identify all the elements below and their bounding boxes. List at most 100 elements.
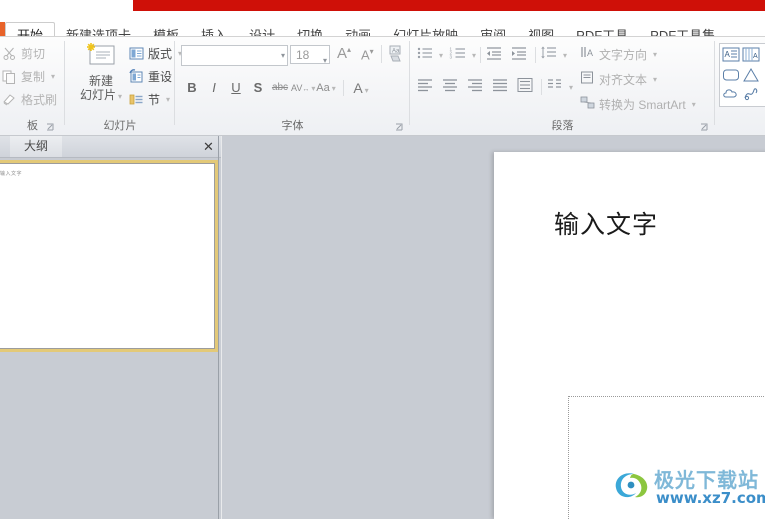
divider: [535, 47, 537, 63]
ribbon-tab-strip: 开始新建选项卡模板插入设计切换动画幻灯片放映审阅视图PDF工具PDF工具集: [0, 11, 765, 48]
chevron-down-icon[interactable]: ▾: [439, 51, 443, 60]
strikethrough-button[interactable]: abc: [269, 77, 291, 99]
divider: [381, 45, 382, 63]
chevron-down-icon[interactable]: ▾: [323, 51, 327, 70]
text-shadow-button[interactable]: S: [247, 77, 269, 99]
triangle-shape[interactable]: [742, 66, 761, 84]
close-icon: ✕: [203, 139, 214, 154]
rounded-rect-shape[interactable]: [722, 66, 741, 84]
copy-icon: [2, 69, 17, 84]
ribbon-group-paragraph: ▾ 1 2 3 ▾ ▾ ▾ A 文字方向 ▾ 对齐文本 ▾ 转换为 SmartA…: [410, 37, 715, 135]
new-slide-label-line1: 新建: [88, 74, 113, 88]
slide-thumbnail-inner: 输入文字: [0, 163, 215, 349]
text-box-shape[interactable]: A: [722, 46, 741, 64]
align-text-button[interactable]: 对齐文本 ▾: [580, 70, 657, 88]
chevron-down-icon[interactable]: ▾: [569, 83, 573, 92]
align-text-icon: [580, 70, 595, 88]
close-panel-button[interactable]: ✕: [201, 139, 216, 154]
reset-button[interactable]: 重设: [129, 66, 172, 86]
format-painter-button[interactable]: 格式刷: [2, 89, 57, 109]
table-chart-shape[interactable]: A: [742, 46, 761, 64]
panel-divider[interactable]: [218, 136, 219, 519]
section-button[interactable]: 节 ▾: [129, 89, 170, 109]
change-case-button[interactable]: Aa ▾: [313, 77, 339, 99]
section-icon: [129, 92, 144, 107]
chevron-down-icon[interactable]: ▾: [365, 86, 369, 95]
align-text-label: 对齐文本: [599, 72, 648, 87]
shrink-font-button[interactable]: A▾: [361, 47, 374, 62]
section-label: 节: [148, 92, 161, 107]
convert-smartart-button[interactable]: 转换为 SmartArt ▾: [580, 95, 696, 113]
slide-thumbnail-text: 输入文字: [0, 171, 23, 177]
clear-format-icon: Aa: [389, 45, 401, 62]
font-color-button[interactable]: A ▾: [348, 77, 374, 99]
chevron-down-icon[interactable]: ▾: [332, 84, 336, 93]
distribute-button[interactable]: [516, 77, 537, 97]
ribbon-group-drawing: A A: [715, 37, 765, 135]
chevron-down-icon[interactable]: ▾: [166, 95, 170, 104]
panel-tab-bar: 大纲 ✕: [0, 136, 222, 158]
bold-button[interactable]: B: [181, 77, 203, 99]
ribbon-group-slides: 新建 幻灯片▾ 版式 ▾: [65, 37, 182, 135]
title-bar-red-strip: [133, 0, 765, 11]
increase-indent-button[interactable]: [510, 45, 531, 65]
chevron-down-icon[interactable]: ▾: [472, 51, 476, 60]
cloud-shape[interactable]: [722, 85, 741, 103]
font-name-combobox[interactable]: ▾: [181, 45, 288, 66]
bullet-list-button[interactable]: [416, 45, 437, 65]
paragraph-group-label: 段落: [551, 120, 574, 132]
chevron-down-icon[interactable]: ▾: [563, 51, 567, 60]
columns-button[interactable]: [546, 77, 567, 97]
watermark: 极光下载站 www.xz7.com: [610, 464, 765, 512]
ribbon-group-font: ▾ 18 ▾ A▴ A▾ Aa B I U S abc AV↔ ▾ Aa ▾ A…: [175, 37, 410, 135]
shrink-font-label: A: [361, 47, 370, 63]
slide-title-text[interactable]: 输入文字: [554, 205, 658, 241]
paragraph-row-2: ▾: [416, 77, 573, 97]
scissors-icon: [2, 46, 17, 61]
powerpoint-window: 开始新建选项卡模板插入设计切换动画幻灯片放映审阅视图PDF工具PDF工具集 剪切: [0, 0, 765, 519]
underline-button[interactable]: U: [225, 77, 247, 99]
chevron-down-icon[interactable]: ▾: [118, 92, 122, 101]
align-left-button[interactable]: [416, 77, 437, 97]
numbered-list-button[interactable]: 1 2 3: [449, 45, 470, 65]
justify-button[interactable]: [491, 77, 512, 97]
divider: [541, 79, 542, 95]
font-dialog-launcher[interactable]: [395, 123, 404, 132]
chevron-down-icon[interactable]: ▾: [51, 72, 55, 81]
copy-button[interactable]: 复制 ▾: [2, 66, 55, 86]
tab-outline-label: 大纲: [23, 139, 48, 153]
text-direction-button[interactable]: A 文字方向 ▾: [580, 45, 657, 63]
line-spacing-button[interactable]: [540, 45, 561, 65]
slide-thumbnail[interactable]: 输入文字: [0, 160, 218, 352]
chevron-down-icon[interactable]: ▾: [653, 50, 657, 59]
svg-text:A: A: [725, 50, 731, 59]
chevron-down-icon[interactable]: ▾: [692, 100, 696, 109]
clear-formatting-button[interactable]: Aa: [388, 45, 406, 66]
align-right-button[interactable]: [466, 77, 487, 97]
character-spacing-button[interactable]: AV↔ ▾: [291, 77, 315, 99]
svg-text:3: 3: [450, 55, 453, 60]
new-slide-icon: [84, 42, 118, 72]
chevron-down-icon[interactable]: ▾: [281, 51, 285, 60]
paragraph-dialog-launcher[interactable]: [700, 123, 709, 132]
align-center-button[interactable]: [441, 77, 462, 97]
clipboard-dialog-launcher[interactable]: [46, 123, 55, 132]
cut-label: 剪切: [21, 46, 46, 61]
tab-outline[interactable]: 大纲: [10, 136, 62, 157]
font-size-combobox[interactable]: 18 ▾: [290, 45, 330, 65]
layout-icon: [129, 46, 144, 61]
shapes-gallery[interactable]: A A: [719, 43, 765, 107]
grow-font-button[interactable]: A▴: [337, 45, 351, 62]
decrease-indent-button[interactable]: [485, 45, 506, 65]
chevron-down-icon[interactable]: ▾: [653, 75, 657, 84]
cut-button[interactable]: 剪切: [2, 43, 45, 63]
font-format-buttons: B I U S abc AV↔ ▾ Aa ▾ A ▾: [181, 77, 374, 99]
grow-font-label: A: [337, 45, 348, 62]
scribble-shape[interactable]: [742, 85, 761, 103]
italic-button[interactable]: I: [203, 77, 225, 99]
divider: [480, 47, 482, 63]
svg-text:A: A: [753, 53, 758, 60]
new-slide-button[interactable]: 新建 幻灯片 ▾: [73, 42, 129, 104]
slides-group-label: 幻灯片: [103, 120, 137, 132]
format-painter-icon: [2, 92, 17, 107]
